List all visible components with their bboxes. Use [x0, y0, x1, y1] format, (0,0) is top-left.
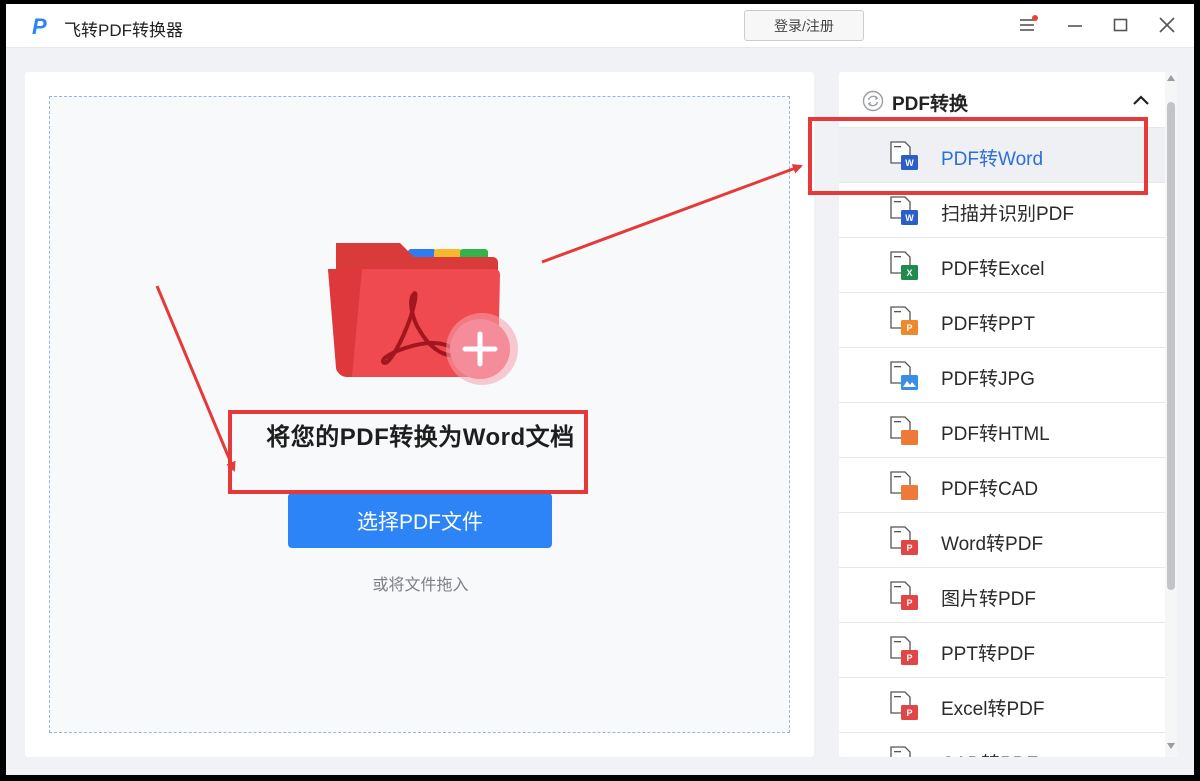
scroll-down-arrow-icon[interactable] [1167, 742, 1175, 750]
svg-text:W: W [905, 158, 914, 168]
sidebar-item-label: PDF转Word [941, 149, 1044, 170]
close-icon[interactable] [1156, 14, 1178, 36]
sidebar-section-header[interactable]: PDF转换 [839, 72, 1169, 128]
sidebar-item-pdf-to-word[interactable]: W PDF转Word [839, 127, 1165, 182]
sidebar-item-label: CAD转PDF [941, 749, 1038, 757]
sidebar-item-scan-ocr[interactable]: W 扫描并识别PDF [839, 182, 1165, 237]
sidebar-item-word-to-pdf[interactable]: P Word转PDF [839, 512, 1165, 567]
svg-text:P: P [906, 653, 912, 663]
sidebar-item-excel-to-pdf[interactable]: P Excel转PDF [839, 677, 1165, 732]
svg-text:P: P [32, 14, 47, 39]
main-panel: 将您的PDF转换为Word文档 选择PDF文件 或将文件拖入 [25, 72, 814, 757]
chevron-up-icon[interactable] [1132, 93, 1150, 107]
scroll-up-arrow-icon[interactable] [1167, 74, 1175, 82]
svg-text:X: X [906, 268, 912, 278]
maximize-icon[interactable] [1110, 14, 1132, 36]
svg-text:W: W [905, 213, 914, 223]
sidebar-item-label: 图片转PDF [941, 589, 1037, 610]
cad-to-pdf-icon: P [890, 746, 911, 757]
select-pdf-button[interactable]: 选择PDF文件 [288, 493, 552, 548]
login-register-button[interactable]: 登录/注册 [744, 10, 864, 41]
sidebar-item-label: PDF转HTML [941, 424, 1050, 445]
sidebar-item-label: PDF转JPG [941, 369, 1035, 390]
excel-to-pdf-icon: P [890, 691, 918, 720]
sidebar-item-pdf-to-excel[interactable]: X PDF转Excel [839, 237, 1165, 292]
ppt-to-pdf-icon: P [890, 636, 918, 665]
sidebar-item-image-to-pdf[interactable]: P 图片转PDF [839, 567, 1165, 622]
drag-hint-text: 或将文件拖入 [372, 577, 469, 594]
pdf-to-html-icon [890, 416, 918, 445]
sidebar-item-pdf-to-cad[interactable]: PDF转CAD [839, 457, 1165, 512]
sidebar-section-title: PDF转换 [892, 94, 969, 115]
sidebar-item-label: PDF转Excel [941, 259, 1045, 280]
conversion-list: W PDF转Word W 扫描并识别PDF X PDF转Excel P PDF转PPT PDF转… [839, 127, 1165, 757]
sidebar-item-ppt-to-pdf[interactable]: P PPT转PDF [839, 622, 1165, 677]
app-window: P 飞转PDF转换器 登录/注册 将您的PDF转换为Word文档 选择PDF文件… [6, 4, 1194, 775]
pdf-to-excel-icon: X [890, 251, 918, 280]
word-to-pdf-icon: P [890, 526, 918, 555]
pdf-to-word-icon: W [890, 141, 918, 170]
sidebar-item-label: PDF转CAD [941, 479, 1039, 500]
sidebar-item-pdf-to-html[interactable]: PDF转HTML [839, 402, 1165, 457]
app-logo-icon: P [28, 13, 54, 39]
sidebar-item-pdf-to-jpg[interactable]: PDF转JPG [839, 347, 1165, 402]
sidebar-scrollbar[interactable] [1165, 72, 1177, 757]
title-bar: P 飞转PDF转换器 登录/注册 [6, 4, 1194, 48]
pdf-to-cad-icon [890, 471, 918, 500]
minimize-icon[interactable] [1064, 14, 1086, 36]
sidebar-item-label: PPT转PDF [941, 644, 1035, 665]
scrollbar-thumb[interactable] [1167, 102, 1175, 590]
svg-text:P: P [906, 323, 912, 333]
app-title: 飞转PDF转换器 [64, 21, 183, 40]
convert-cycle-icon [862, 90, 884, 112]
pdf-to-ppt-icon: P [890, 306, 918, 335]
notification-dot [1032, 15, 1038, 21]
sidebar-item-label: Excel转PDF [941, 699, 1045, 720]
image-to-pdf-icon: P [890, 581, 918, 610]
svg-text:P: P [906, 598, 912, 608]
sidebar-item-cad-to-pdf[interactable]: P CAD转PDF [839, 732, 1165, 757]
pdf-to-jpg-icon [890, 361, 918, 390]
svg-text:P: P [906, 543, 912, 553]
svg-text:P: P [906, 708, 912, 718]
conversion-sidebar: PDF转换 W PDF转Word W 扫描并识别PDF X PDF转Excel P PDF转P… [839, 72, 1177, 757]
sidebar-item-label: 扫描并识别PDF [941, 204, 1075, 225]
pdf-folder-add-icon [328, 243, 518, 385]
sidebar-item-pdf-to-ppt[interactable]: P PDF转PPT [839, 292, 1165, 347]
page-heading: 将您的PDF转换为Word文档 [266, 424, 575, 451]
file-drop-zone[interactable]: 将您的PDF转换为Word文档 选择PDF文件 或将文件拖入 [49, 96, 790, 733]
sidebar-item-label: Word转PDF [941, 534, 1044, 555]
scan-ocr-icon: W [890, 196, 918, 225]
sidebar-item-label: PDF转PPT [941, 314, 1035, 335]
